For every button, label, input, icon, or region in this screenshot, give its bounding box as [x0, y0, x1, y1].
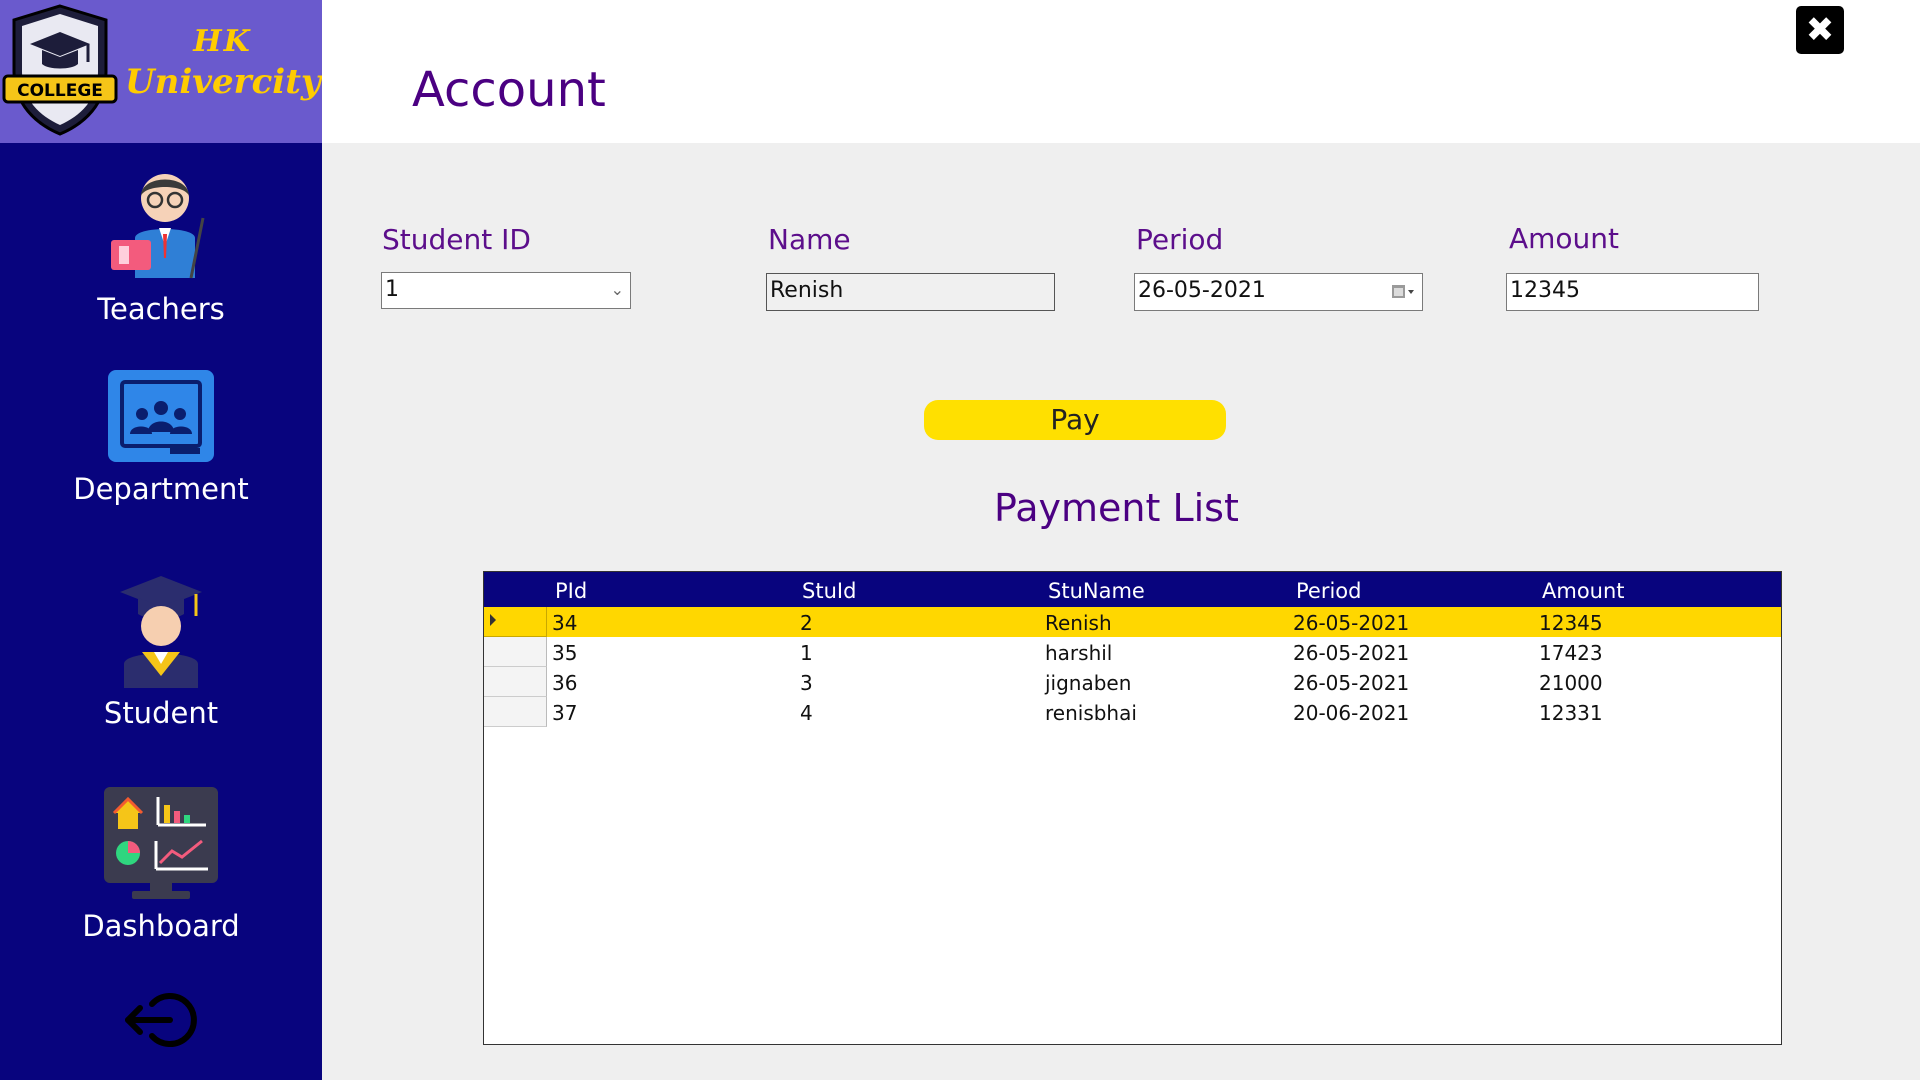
- dashboard-monitor-icon: [104, 787, 218, 899]
- payment-list-title: Payment List: [994, 486, 1239, 530]
- table-row[interactable]: 35 1 harshil 26-05-2021 17423: [484, 637, 1781, 667]
- brand-name-line2: Univercity: [125, 62, 321, 102]
- close-button[interactable]: ✖: [1796, 6, 1844, 54]
- payment-grid[interactable]: PId StuId StuName Period Amount 34 2 Ren…: [483, 571, 1782, 1045]
- cell-amount[interactable]: 21000: [1539, 667, 1603, 697]
- college-crest-logo: COLLEGE: [2, 4, 118, 136]
- period-label: Period: [1136, 223, 1224, 256]
- cell-period[interactable]: 20-06-2021: [1293, 697, 1409, 727]
- amount-value: 12345: [1510, 278, 1580, 303]
- cell-amount[interactable]: 12331: [1539, 697, 1603, 727]
- pay-button[interactable]: Pay: [924, 400, 1226, 440]
- name-label: Name: [768, 223, 851, 256]
- sidebar-item-label: Department: [73, 472, 249, 506]
- calendar-dropdown-icon[interactable]: [1390, 282, 1416, 302]
- column-header-pid[interactable]: PId: [555, 572, 587, 607]
- sidebar: COLLEGE HK Univercity Teachers Departmen…: [0, 0, 322, 1080]
- table-row[interactable]: 37 4 renisbhai 20-06-2021 12331: [484, 697, 1781, 727]
- period-value: 26-05-2021: [1138, 278, 1266, 303]
- sidebar-item-label: Student: [103, 696, 219, 730]
- cell-pid[interactable]: 36: [552, 667, 577, 697]
- page-header: Account ✖: [322, 0, 1920, 143]
- amount-label: Amount: [1509, 222, 1620, 255]
- grid-header: PId StuId StuName Period Amount: [484, 572, 1781, 607]
- column-header-period[interactable]: Period: [1296, 572, 1361, 607]
- row-header[interactable]: [484, 697, 547, 727]
- cell-period[interactable]: 26-05-2021: [1293, 607, 1409, 637]
- cell-stuname[interactable]: jignaben: [1045, 667, 1131, 697]
- row-pointer-icon: [490, 614, 496, 626]
- student-id-dropdown[interactable]: 1 ⌄: [381, 272, 631, 309]
- student-id-label: Student ID: [382, 223, 531, 256]
- cell-pid[interactable]: 34: [552, 607, 577, 637]
- cell-stuid[interactable]: 2: [800, 607, 813, 637]
- sidebar-item-label: Dashboard: [82, 909, 240, 943]
- sidebar-item-teachers[interactable]: Teachers: [0, 168, 322, 326]
- cell-period[interactable]: 26-05-2021: [1293, 637, 1409, 667]
- period-date-picker[interactable]: 26-05-2021: [1134, 273, 1423, 311]
- cell-pid[interactable]: 37: [552, 697, 577, 727]
- table-row[interactable]: 34 2 Renish 26-05-2021 12345: [484, 607, 1781, 637]
- column-header-stuname[interactable]: StuName: [1048, 572, 1145, 607]
- name-field[interactable]: Renish: [766, 273, 1055, 311]
- column-header-amount[interactable]: Amount: [1542, 572, 1625, 607]
- teacher-icon: [111, 174, 205, 279]
- brand-name-line1: HK: [193, 24, 252, 59]
- column-header-stuid[interactable]: StuId: [802, 572, 856, 607]
- table-row[interactable]: 36 3 jignaben 26-05-2021 21000: [484, 667, 1781, 697]
- cell-amount[interactable]: 12345: [1539, 607, 1603, 637]
- chevron-down-icon[interactable]: ⌄: [611, 273, 624, 307]
- row-header[interactable]: [484, 607, 547, 637]
- name-value: Renish: [770, 278, 844, 303]
- sidebar-item-dashboard[interactable]: Dashboard: [0, 785, 322, 943]
- university-name: HK Univercity: [125, 22, 321, 102]
- row-header[interactable]: [484, 637, 547, 667]
- crest-badge-text: COLLEGE: [17, 81, 103, 101]
- close-icon: ✖: [1805, 10, 1835, 50]
- cell-stuname[interactable]: renisbhai: [1045, 697, 1137, 727]
- cell-period[interactable]: 26-05-2021: [1293, 667, 1409, 697]
- page-title: Account: [412, 62, 606, 118]
- amount-field[interactable]: 12345: [1506, 273, 1759, 311]
- graduate-student-icon: [120, 576, 202, 688]
- cell-pid[interactable]: 35: [552, 637, 577, 667]
- cell-stuname[interactable]: Renish: [1045, 607, 1112, 637]
- sidebar-item-student[interactable]: Student: [0, 572, 322, 730]
- cell-stuid[interactable]: 3: [800, 667, 813, 697]
- cell-stuname[interactable]: harshil: [1045, 637, 1112, 667]
- student-id-value: 1: [385, 277, 399, 302]
- cell-stuid[interactable]: 1: [800, 637, 813, 667]
- brand-header: COLLEGE HK Univercity: [0, 0, 322, 143]
- row-header[interactable]: [484, 667, 547, 697]
- classroom-icon: [108, 370, 214, 462]
- cell-amount[interactable]: 17423: [1539, 637, 1603, 667]
- cell-stuid[interactable]: 4: [800, 697, 813, 727]
- sidebar-item-label: Teachers: [97, 292, 225, 326]
- sidebar-item-department[interactable]: Department: [0, 368, 322, 506]
- logout-icon[interactable]: [122, 990, 198, 1050]
